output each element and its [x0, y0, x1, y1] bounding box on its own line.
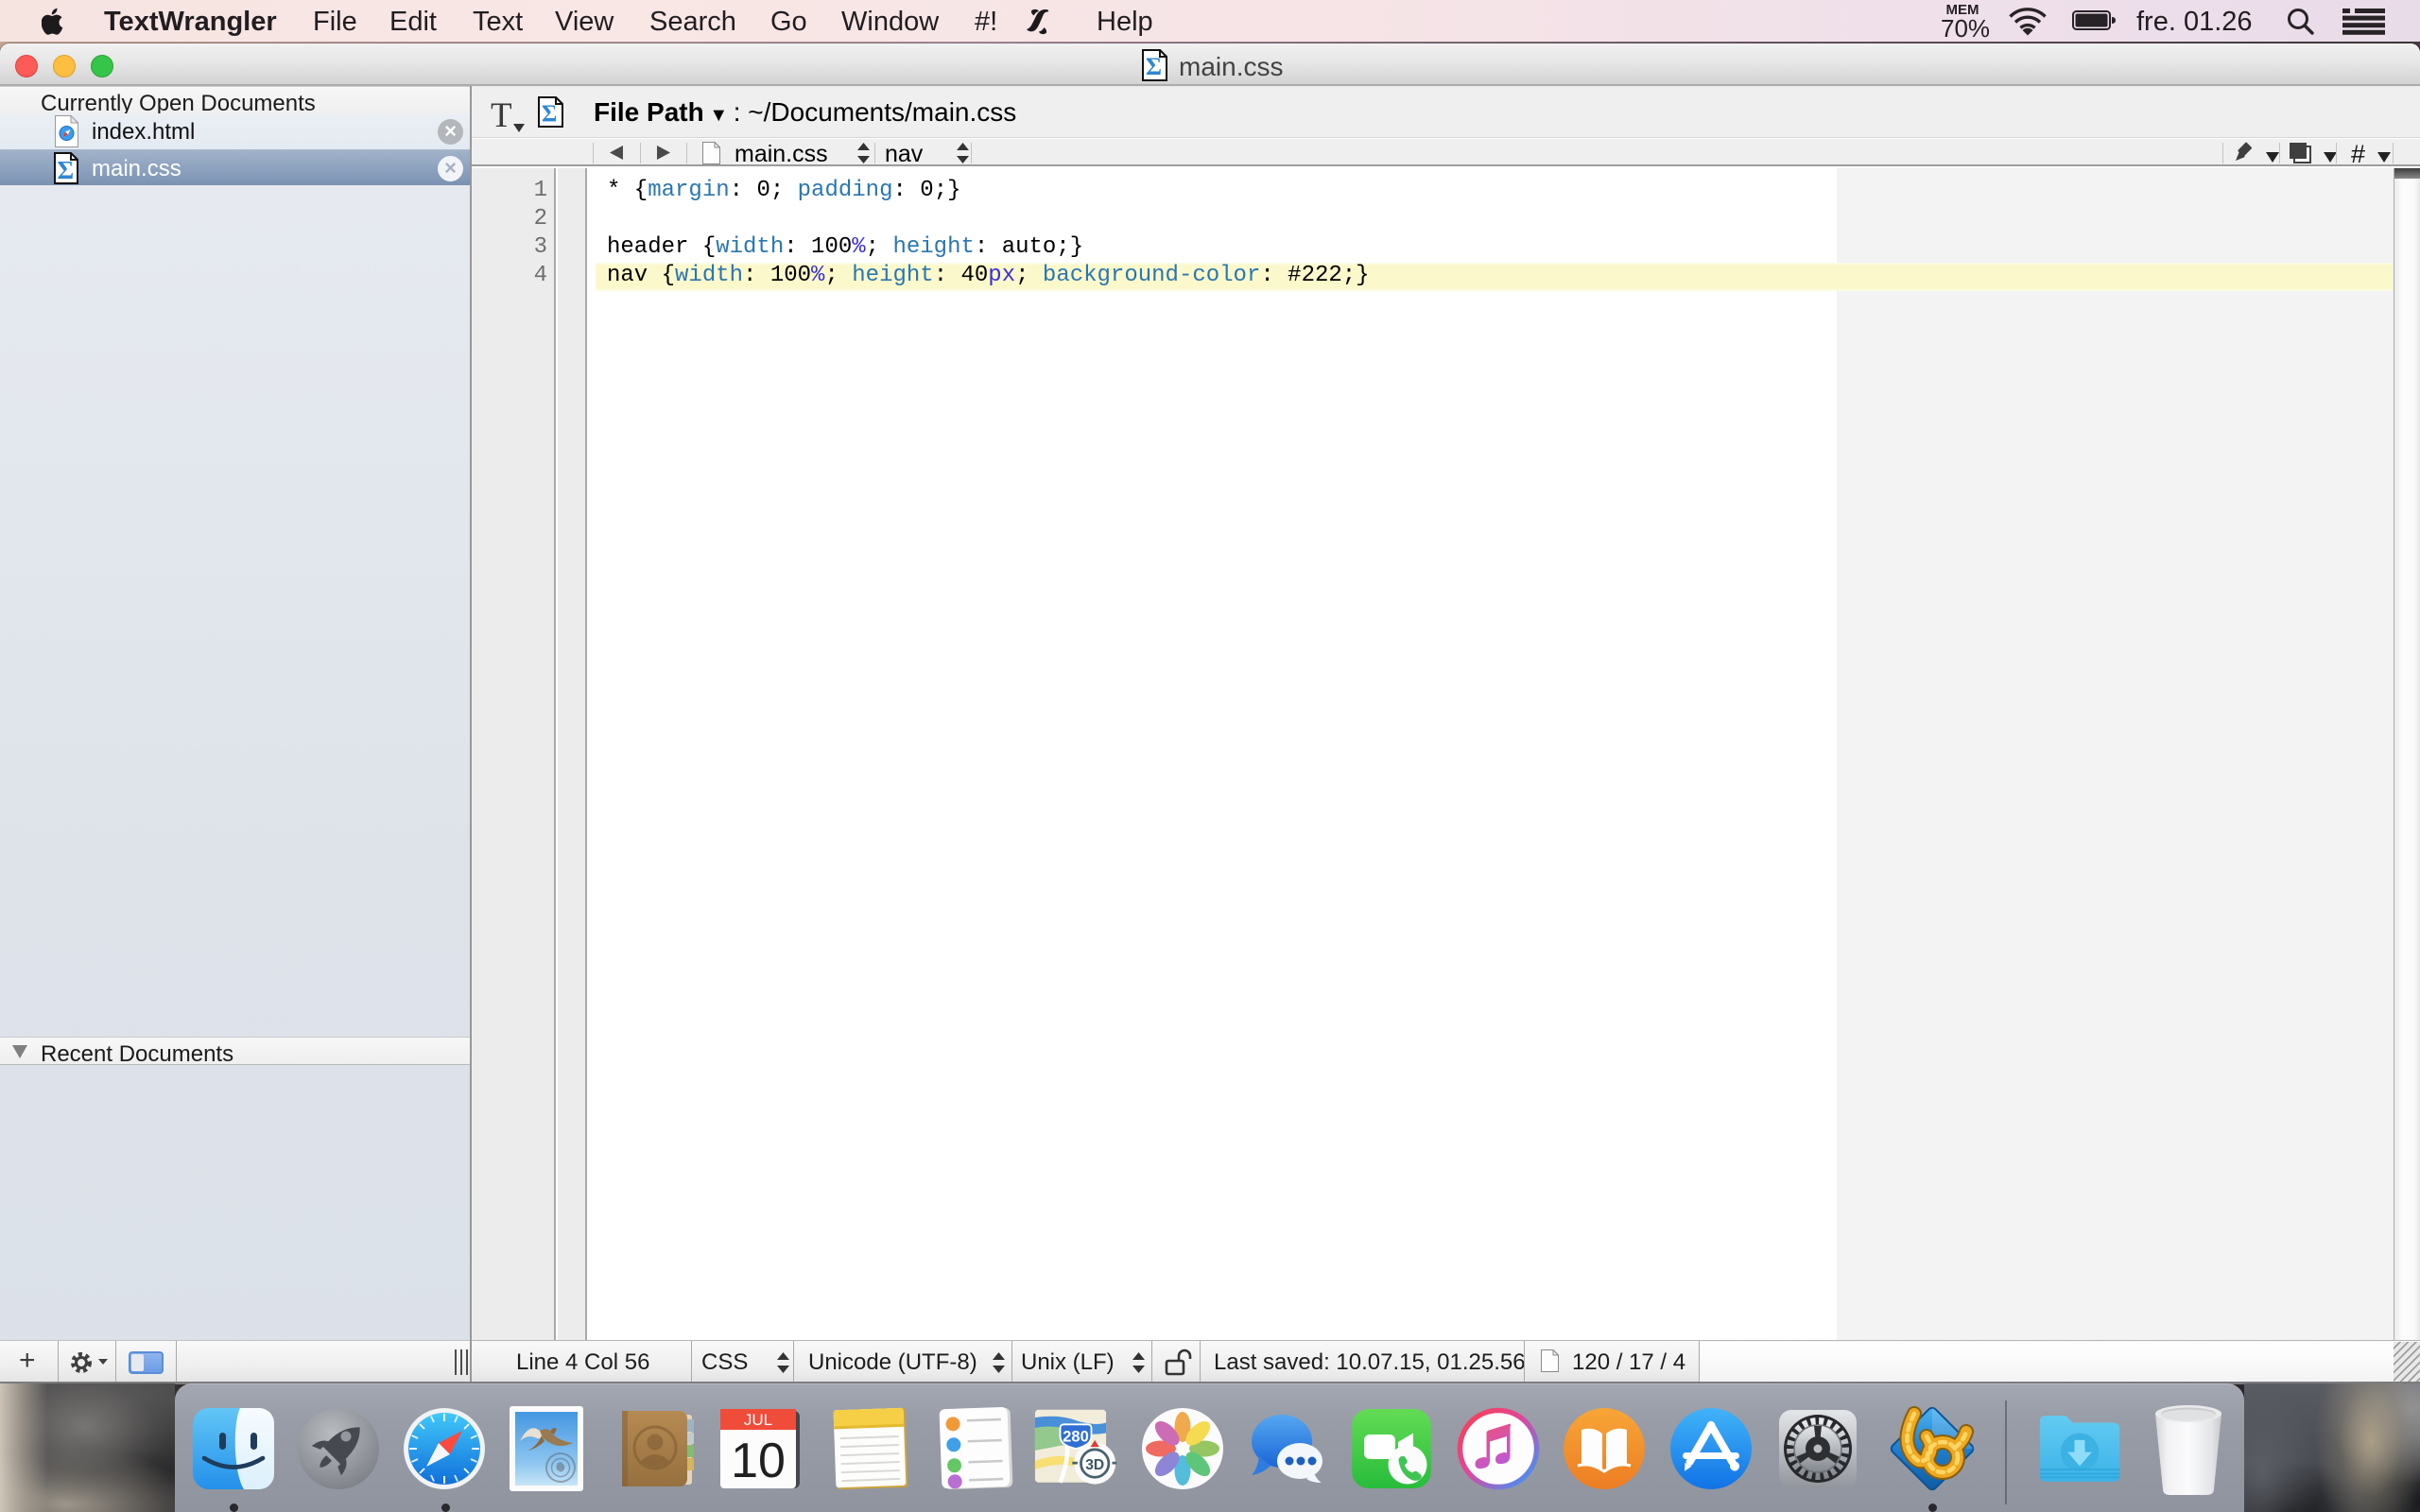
svg-text:Σ: Σ	[58, 156, 75, 184]
svg-text:Σ: Σ	[542, 101, 557, 127]
svg-text:10: 10	[731, 1434, 786, 1488]
svg-text:JUL: JUL	[744, 1411, 772, 1429]
svg-text:280: 280	[1063, 1429, 1089, 1446]
svg-text:3D: 3D	[1085, 1457, 1104, 1473]
svg-text:Σ: Σ	[1146, 53, 1162, 80]
